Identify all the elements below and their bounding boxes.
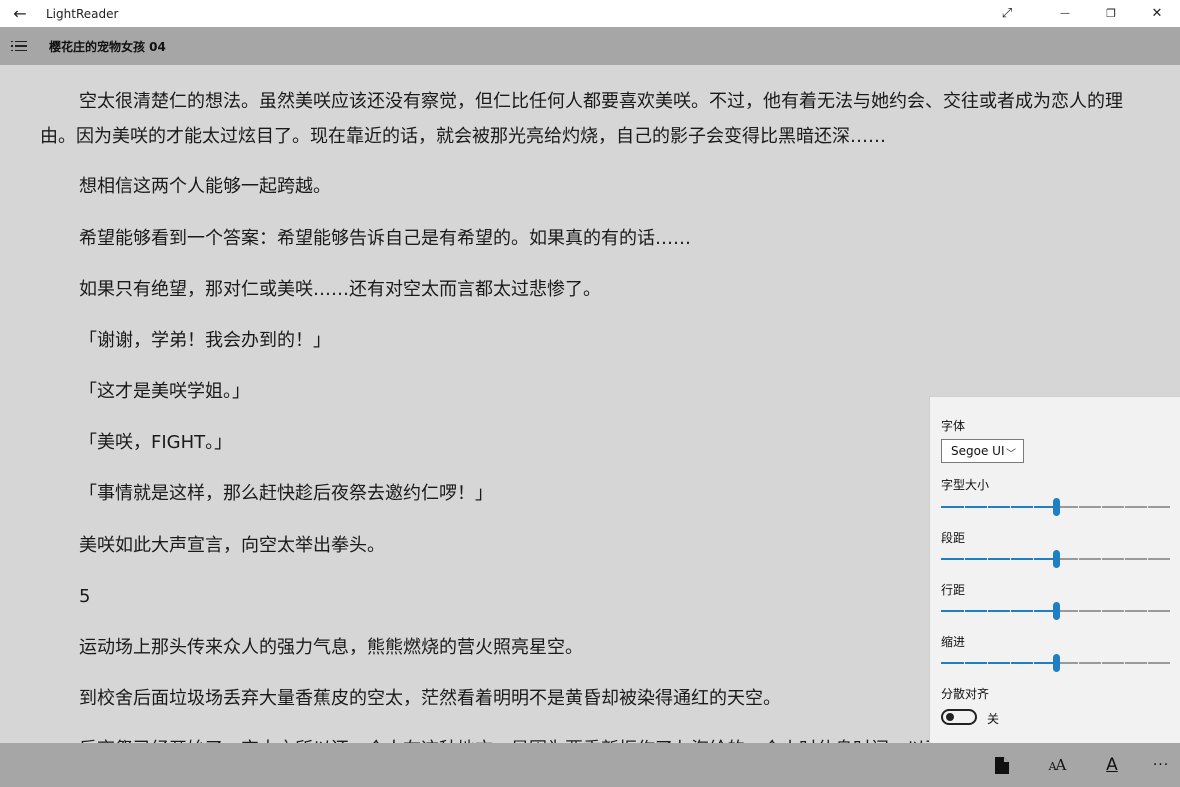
chapter-title: 樱花庄的宠物女孩 04 bbox=[49, 39, 166, 54]
title-bar: ← LightReader ⤢ — ❐ ✕ bbox=[0, 0, 1180, 27]
paragraph: 希望能够看到一个答案：希望能够告诉自己是有希望的。如果真的有的话…… bbox=[79, 228, 691, 249]
app-title: LightReader bbox=[46, 6, 119, 21]
restore-button[interactable]: ❐ bbox=[1088, 0, 1134, 27]
indent-slider[interactable] bbox=[941, 653, 1170, 673]
list-icon bbox=[11, 40, 27, 52]
justify-state-label: 关 bbox=[987, 712, 1000, 726]
restore-icon: ❐ bbox=[1106, 7, 1116, 20]
paragraph: 「谢谢，学弟！我会办到的！」 bbox=[79, 330, 331, 351]
paragraph-spacing-slider[interactable] bbox=[941, 549, 1170, 569]
chevron-down-icon: ﹀ bbox=[1006, 449, 1016, 460]
back-arrow-icon: ← bbox=[13, 4, 27, 23]
more-icon: ··· bbox=[1152, 757, 1170, 773]
font-family-value: Segoe UI bbox=[951, 444, 1005, 458]
slider-thumb[interactable] bbox=[1052, 550, 1060, 568]
font-family-select[interactable]: Segoe UI ﹀ bbox=[941, 439, 1024, 463]
font-style-icon: A bbox=[1106, 755, 1118, 775]
reading-settings-panel: 字体 Segoe UI ﹀ 字型大小 段距 行距 缩进 分散对齐 关 bbox=[929, 396, 1180, 743]
fullscreen-icon: ⤢ bbox=[1001, 6, 1013, 21]
slider-thumb[interactable] bbox=[1052, 654, 1060, 672]
close-icon: ✕ bbox=[1151, 6, 1163, 21]
font-size-icon: AA bbox=[1048, 756, 1067, 774]
document-icon bbox=[995, 756, 1009, 774]
font-size-button[interactable]: AA bbox=[1037, 743, 1077, 787]
justify-label: 分散对齐 bbox=[941, 687, 990, 701]
more-options-button[interactable]: ··· bbox=[1141, 743, 1180, 787]
line-spacing-label: 行距 bbox=[941, 583, 966, 597]
bottom-app-bar: AA A ··· bbox=[0, 743, 1180, 787]
paragraph-spacing-label: 段距 bbox=[941, 531, 966, 545]
font-label: 字体 bbox=[941, 419, 966, 433]
paragraph: 空太很清楚仁的想法。虽然美咲应该还没有察觉，但仁比任何人都要喜欢美咲。不过，他有… bbox=[40, 91, 1123, 147]
toggle-knob bbox=[946, 713, 954, 721]
minimize-icon: — bbox=[1060, 8, 1070, 19]
minimize-button[interactable]: — bbox=[1042, 0, 1088, 27]
document-button[interactable] bbox=[982, 743, 1022, 787]
slider-thumb[interactable] bbox=[1052, 602, 1060, 620]
reader-header: 樱花庄的宠物女孩 04 bbox=[0, 27, 1180, 65]
justify-toggle[interactable] bbox=[941, 709, 977, 725]
line-spacing-slider[interactable] bbox=[941, 601, 1170, 621]
font-size-slider[interactable] bbox=[941, 497, 1170, 517]
fullscreen-button[interactable]: ⤢ bbox=[984, 0, 1030, 27]
back-button[interactable]: ← bbox=[0, 0, 40, 27]
slider-thumb[interactable] bbox=[1052, 498, 1060, 516]
close-button[interactable]: ✕ bbox=[1134, 0, 1180, 27]
paragraph: 如果只有绝望，那对仁或美咲……还有对空太而言都太过悲惨了。 bbox=[79, 279, 601, 300]
font-size-label: 字型大小 bbox=[941, 478, 990, 492]
chapter-list-button[interactable] bbox=[0, 27, 38, 65]
font-style-button[interactable]: A bbox=[1092, 743, 1132, 787]
paragraph: 想相信这两个人能够一起跨越。 bbox=[79, 176, 331, 197]
indent-label: 缩进 bbox=[941, 635, 966, 649]
